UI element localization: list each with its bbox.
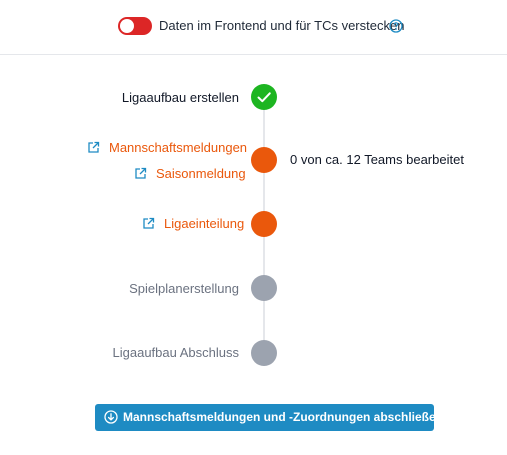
step-spielplanerstellung-node	[251, 275, 277, 301]
step-ligaaufbau-erstellen-label: Ligaaufbau erstellen	[121, 90, 239, 105]
hide-data-toggle[interactable]	[118, 17, 152, 35]
external-link-icon[interactable]	[134, 167, 147, 180]
complete-registrations-button-label: Mannschaftsmeldungen und -Zuordnungen ab…	[123, 410, 444, 424]
arrow-down-circle-icon	[104, 410, 118, 424]
step-mannschaftsmeldungen-node	[251, 147, 277, 173]
external-link-icon[interactable]	[87, 141, 100, 154]
check-icon	[257, 92, 271, 103]
ligaeinteilung-link[interactable]: Ligaeinteilung	[164, 215, 244, 233]
mannschaftsmeldungen-link[interactable]: Mannschaftsmeldungen	[109, 139, 247, 157]
teams-progress-text: 0 von ca. 12 Teams bearbeitet	[290, 152, 464, 167]
visibility-bar: Daten im Frontend und für TCs verstecken	[0, 0, 507, 55]
step-spielplanerstellung-label: Spielplanerstellung	[129, 281, 239, 296]
saisonmeldung-link[interactable]: Saisonmeldung	[156, 165, 246, 183]
question-circle-icon[interactable]	[389, 19, 403, 33]
external-link-icon[interactable]	[142, 217, 155, 230]
hide-data-toggle-label: Daten im Frontend und für TCs verstecken	[159, 18, 405, 33]
toggle-knob	[120, 19, 134, 33]
step-ligaaufbau-abschluss-node	[251, 340, 277, 366]
step-ligaeinteilung-node	[251, 211, 277, 237]
step-ligaaufbau-erstellen-node	[251, 84, 277, 110]
step-ligaaufbau-abschluss-label: Ligaaufbau Abschluss	[112, 345, 239, 360]
complete-registrations-button[interactable]: Mannschaftsmeldungen und -Zuordnungen ab…	[95, 404, 443, 431]
